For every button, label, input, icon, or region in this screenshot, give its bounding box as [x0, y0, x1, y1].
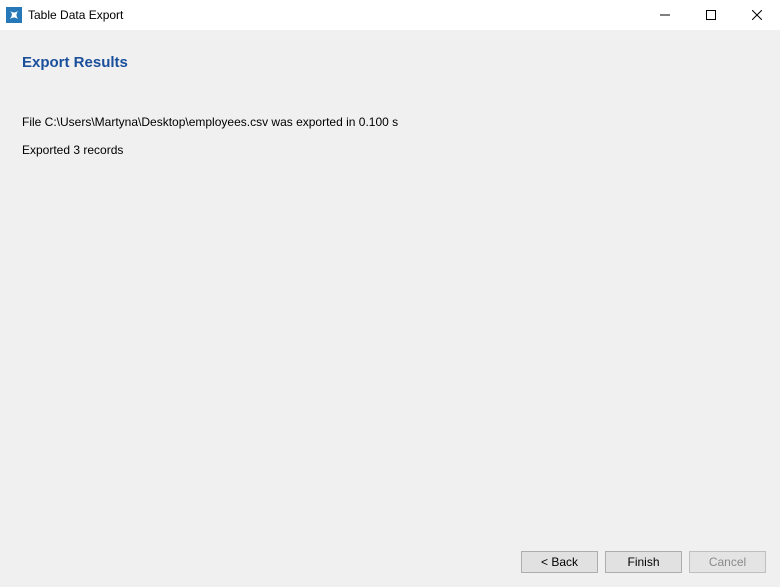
export-file-status: File C:\Users\Martyna\Desktop\employees.… — [22, 115, 758, 129]
content-area: Export Results File C:\Users\Martyna\Des… — [0, 30, 780, 539]
window-controls — [642, 0, 780, 30]
window-title: Table Data Export — [28, 8, 642, 22]
app-icon — [6, 7, 22, 23]
page-heading: Export Results — [22, 54, 758, 71]
back-button[interactable]: < Back — [521, 551, 598, 573]
spacer — [22, 171, 758, 539]
button-row: < Back Finish Cancel — [0, 539, 780, 587]
export-count-status: Exported 3 records — [22, 143, 758, 157]
maximize-button[interactable] — [688, 0, 734, 30]
window: Table Data Export Export Results File C:… — [0, 0, 780, 587]
titlebar: Table Data Export — [0, 0, 780, 30]
minimize-button[interactable] — [642, 0, 688, 30]
close-button[interactable] — [734, 0, 780, 30]
cancel-button: Cancel — [689, 551, 766, 573]
finish-button[interactable]: Finish — [605, 551, 682, 573]
